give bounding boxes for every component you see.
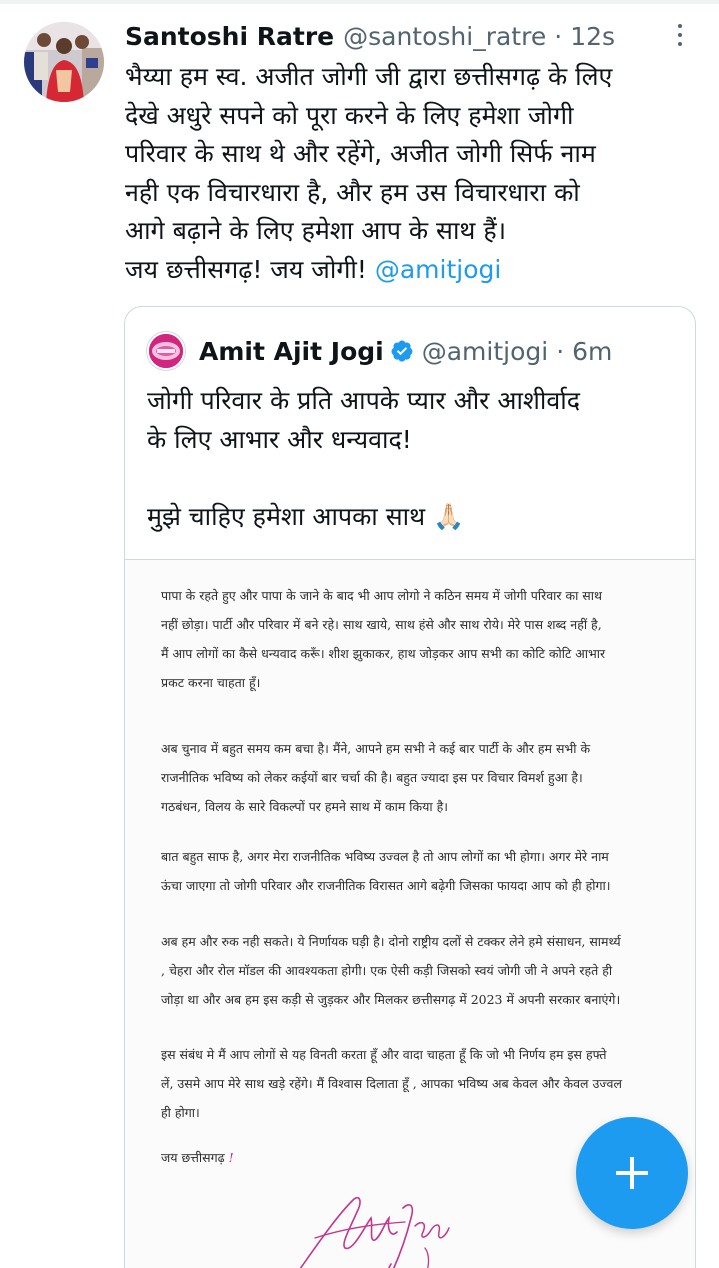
quoted-text-line: मुझे चाहिए हमेशा आपका साथ 🙏🏻 (147, 501, 465, 531)
quoted-author-avatar[interactable] (147, 332, 185, 370)
letter-line: इस संबंध मे मैं आप लोगों से यह विनती करत… (161, 1047, 607, 1062)
letter-paragraph: अब चुनाव में बहुत समय कम बचा है। मैंने, … (161, 734, 671, 821)
letter-closing-text: जय छत्तीसगढ़ (161, 1150, 225, 1165)
top-divider (0, 0, 719, 4)
author-handle[interactable]: @santoshi_ratre (343, 22, 546, 51)
letter-line: अब चुनाव में बहुत समय कम बचा है। मैंने, … (161, 741, 591, 756)
letter-paragraph: बात बहुत साफ है, अगर मेरा राजनीतिक भविष्… (161, 842, 671, 900)
more-options-icon[interactable] (668, 20, 692, 50)
quoted-author-name[interactable]: Amit Ajit Jogi (199, 337, 384, 366)
tweet-text-last-line: जय छत्तीसगढ़! जय जोगी! @amitjogi (125, 251, 700, 290)
letter-paragraph: इस संबंध मे मैं आप लोगों से यह विनती करत… (161, 1040, 671, 1127)
tweet-timestamp[interactable]: 12s (570, 22, 615, 51)
more-dot (678, 33, 682, 37)
tweet-text-fragment: जय छत्तीसगढ़! जय जोगी! (125, 254, 375, 284)
tweet-text-line: देखे अधुरे सपने को पूरा करने के लिए हमेश… (125, 100, 574, 130)
author-name[interactable]: Santoshi Ratre (125, 22, 334, 51)
letter-line: मैं आप लोगों का कैसे धन्यवाद करूँ। शीश झ… (161, 646, 606, 661)
letter-paragraph: अब हम और रुक नही सकते। ये निर्णायक घड़ी … (161, 927, 671, 1014)
letter-line: पापा के रहते हुए और पापा के जाने के बाद … (161, 588, 602, 603)
tweet-text: भैय्या हम स्व. अजीत जोगी जी द्वारा छत्ती… (125, 58, 700, 290)
letter-closing-mark: ! (228, 1150, 234, 1165)
letter-line: नहीं छोड़ा। पार्टी और परिवार में बने रहे… (161, 617, 602, 632)
letter-paragraph: पापा के रहते हुए और पापा के जाने के बाद … (161, 581, 671, 697)
letter-line: बात बहुत साफ है, अगर मेरा राजनीतिक भविष्… (161, 849, 609, 864)
plus-icon (616, 1157, 648, 1189)
quoted-text-line: के लिए आभार और धन्यवाद! (147, 424, 412, 454)
letter-line: अब हम और रुक नही सकते। ये निर्णायक घड़ी … (161, 934, 621, 949)
letter-line: ऊंचा जाएगा तो जोगी परिवार और राजनीतिक वि… (161, 878, 611, 893)
letter-line: प्रकट करना चाहता हूँ। (161, 675, 261, 690)
verified-badge-icon (390, 339, 414, 363)
mention-link[interactable]: @amitjogi (375, 255, 501, 284)
party-logo-icon (149, 334, 183, 368)
more-dot (678, 42, 682, 46)
header-separator: · (554, 21, 563, 51)
letter-line: गठबंधन, विलय के सारे विकल्पों पर हमने सा… (161, 799, 448, 814)
letter-line: राजनीतिक भविष्य को लेकर कईयों बार चर्चा … (161, 770, 583, 785)
tweet-text-line: भैय्या हम स्व. अजीत जोगी जी द्वारा छत्ती… (125, 62, 613, 91)
letter-closing: जय छत्तीसगढ़! (161, 1149, 234, 1166)
quoted-text-line: जोगी परिवार के प्रति आपके प्यार और आशीर्… (147, 386, 581, 415)
quoted-text-spacer (147, 459, 687, 498)
tweet-header: Santoshi Ratre @santoshi_ratre · 12s (125, 18, 615, 54)
quoted-header-separator: · (556, 336, 565, 366)
letter-line: ही होगा। (161, 1105, 200, 1120)
quoted-tweet-text: जोगी परिवार के प्रति आपके प्यार और आशीर्… (147, 382, 687, 536)
letter-line: लें, उसमे आप मेरे साथ खड़े रहेंगे। मैं व… (161, 1076, 622, 1091)
more-dot (678, 24, 682, 28)
quoted-author-handle[interactable]: @amitjogi (422, 337, 548, 366)
tweet-text-line: परिवार के साथ थे और रहेंगे, अजीत जोगी सि… (125, 139, 596, 169)
handwritten-signature (299, 1196, 450, 1268)
letter-line: जोड़ा था और अब हम इस कड़ी से जुड़कर और म… (161, 992, 621, 1007)
tweet-text-line: आगे बढ़ाने के लिए हमेशा आप के साथ हैं। (125, 216, 507, 246)
avatar-photo (24, 22, 104, 102)
quoted-tweet-header: Amit Ajit Jogi @amitjogi · 6m (147, 331, 612, 371)
compose-tweet-button[interactable] (576, 1117, 688, 1229)
author-avatar[interactable] (24, 22, 104, 102)
quoted-tweet-timestamp[interactable]: 6m (572, 337, 612, 366)
tweet-text-line: नही एक विचारधारा है, और हम उस विचारधारा … (125, 177, 580, 207)
letter-line: , चेहरा और रोल मॉडल की आवश्यकता होगी। एक… (161, 963, 613, 978)
